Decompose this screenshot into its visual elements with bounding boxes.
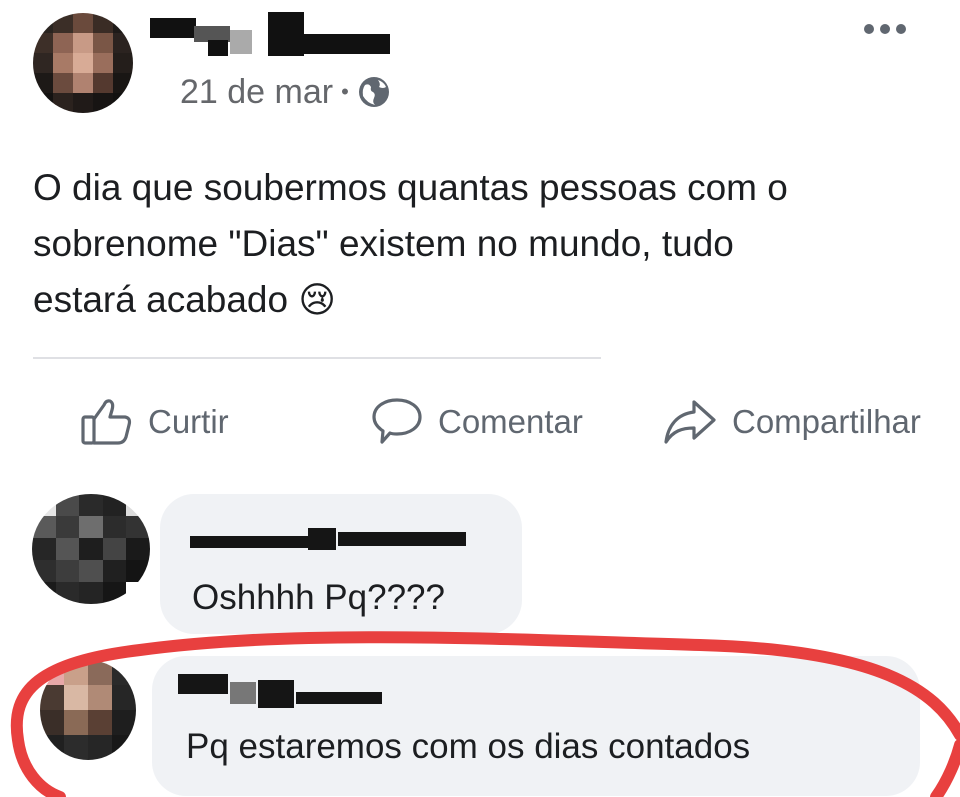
post-text: O dia que soubermos quantas pessoas com … xyxy=(33,160,913,329)
like-label: Curtir xyxy=(148,403,229,440)
meta-separator: • xyxy=(341,79,349,104)
crying-emoji-icon: 😢 xyxy=(298,280,336,321)
comment-author-name-redacted[interactable] xyxy=(178,664,388,708)
speech-bubble-icon xyxy=(370,396,424,448)
comment-author-avatar[interactable] xyxy=(32,494,150,604)
comment-author-name-redacted[interactable] xyxy=(190,528,470,552)
thumbs-up-icon xyxy=(80,397,134,447)
comment-text: Pq estaremos com os dias contados xyxy=(186,727,751,766)
more-options-icon[interactable] xyxy=(864,24,914,40)
share-label: Compartilhar xyxy=(732,403,921,440)
post-author-avatar[interactable] xyxy=(33,13,133,113)
post-meta: 21 de mar • xyxy=(180,70,391,114)
share-arrow-icon xyxy=(662,398,718,446)
post-text-content: O dia que soubermos quantas pessoas com … xyxy=(33,167,788,320)
post-timestamp[interactable]: 21 de mar xyxy=(180,70,333,114)
share-button[interactable]: Compartilhar xyxy=(662,392,921,452)
comment-author-avatar[interactable] xyxy=(40,660,136,760)
divider xyxy=(33,357,601,359)
globe-icon xyxy=(357,75,391,109)
like-button[interactable]: Curtir xyxy=(80,392,229,452)
comment-label: Comentar xyxy=(438,403,583,440)
author-name-redacted[interactable] xyxy=(150,12,390,56)
comment-button[interactable]: Comentar xyxy=(370,392,583,452)
comment-text: Oshhhh Pq???? xyxy=(192,578,445,617)
